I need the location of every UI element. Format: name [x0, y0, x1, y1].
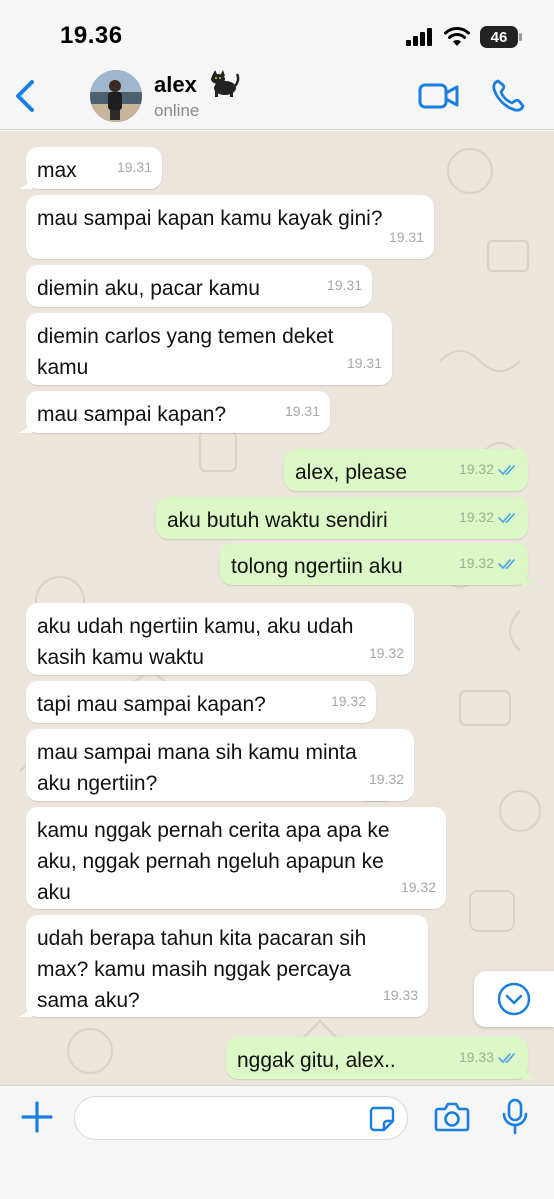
- message-meta: 19.32: [369, 638, 404, 669]
- wifi-icon: [444, 27, 470, 46]
- scroll-down-button[interactable]: [474, 971, 554, 1027]
- message-time: 19.32: [330, 693, 366, 709]
- message-input[interactable]: [89, 1103, 359, 1133]
- incoming-message[interactable]: tapi mau sampai kapan? 19.32: [26, 681, 376, 723]
- plus-icon[interactable]: [18, 1098, 56, 1136]
- message-text: tapi mau sampai kapan?: [37, 693, 266, 716]
- message-meta: 19.32: [459, 548, 518, 579]
- incoming-message[interactable]: diemin aku, pacar kamu 19.31: [26, 265, 372, 307]
- video-camera-icon[interactable]: [418, 80, 460, 112]
- outgoing-message[interactable]: nggak gitu, alex.. 19.33: [226, 1037, 536, 1079]
- message-time: 19.31: [326, 277, 362, 293]
- outgoing-message[interactable]: aku butuh waktu sendiri 19.32: [156, 497, 528, 539]
- message-time: 19.32: [368, 645, 404, 661]
- read-ticks-icon: [498, 464, 515, 475]
- message-meta: 19.32: [459, 454, 518, 485]
- bubble-tail: [18, 173, 32, 189]
- contact-name[interactable]: alex: [154, 72, 197, 98]
- battery-indicator: 46: [480, 26, 522, 48]
- sticker-icon[interactable]: [369, 1106, 395, 1132]
- incoming-message[interactable]: udah berapa tahun kita pacaran sih max? …: [18, 915, 428, 1017]
- outgoing-message[interactable]: alex, please 19.32: [284, 449, 528, 491]
- phone-icon[interactable]: [490, 78, 526, 114]
- message-text: mau sampai kapan kamu kayak gini?: [37, 207, 383, 230]
- message-time: 19.33: [382, 987, 418, 1003]
- message-meta: 19.32: [459, 502, 518, 533]
- message-time: 19.31: [388, 229, 424, 245]
- read-ticks-icon: [498, 1052, 515, 1063]
- bubble-tail: [522, 1063, 536, 1079]
- incoming-message[interactable]: kamu nggak pernah cerita apa apa ke aku,…: [26, 807, 446, 909]
- message-meta: 19.32: [369, 764, 404, 795]
- incoming-message[interactable]: mau sampai mana sih kamu minta aku ngert…: [26, 729, 414, 801]
- composer-bar: [0, 1085, 554, 1199]
- message-meta: 19.31: [347, 348, 382, 379]
- chat-header: alex online: [0, 62, 554, 130]
- read-ticks-icon: [498, 558, 515, 569]
- message-time: 19.32: [458, 461, 494, 477]
- message-meta: 19.31: [327, 270, 362, 301]
- message-meta: 19.31: [285, 396, 320, 427]
- chevron-down-icon: [497, 982, 531, 1016]
- read-ticks-icon: [498, 512, 515, 523]
- message-text: aku udah ngertiin kamu, aku udah kasih k…: [37, 615, 354, 669]
- message-meta: 19.31: [117, 152, 152, 183]
- outgoing-message[interactable]: tolong ngertiin aku 19.32: [220, 543, 536, 585]
- message-text: mau sampai kapan?: [37, 403, 227, 426]
- bubble-tail: [18, 1001, 32, 1017]
- status-bar: 19.36 46: [0, 0, 554, 62]
- incoming-message[interactable]: mau sampai kapan? 19.31: [18, 391, 330, 433]
- contact-status: online: [154, 101, 200, 120]
- incoming-message[interactable]: aku udah ngertiin kamu, aku udah kasih k…: [26, 603, 414, 675]
- message-text: udah berapa tahun kita pacaran sih max? …: [37, 927, 367, 1012]
- black-cat-icon: [211, 70, 240, 97]
- chat-area[interactable]: max 19.31 mau sampai kapan kamu kayak gini…: [0, 131, 554, 1085]
- message-text: mau sampai mana sih kamu minta aku ngert…: [37, 741, 357, 795]
- message-time: 19.31: [116, 159, 152, 175]
- message-text: diemin carlos yang temen deket kamu: [37, 325, 334, 379]
- message-time: 19.31: [346, 355, 382, 371]
- message-time: 19.32: [400, 879, 436, 895]
- message-meta: 19.32: [331, 686, 366, 717]
- message-time: 19.33: [458, 1049, 494, 1065]
- signal-icon: [406, 28, 432, 46]
- camera-icon[interactable]: [434, 1100, 470, 1132]
- message-time: 19.32: [458, 555, 494, 571]
- message-meta: 19.33: [459, 1042, 518, 1073]
- message-input-wrapper: [74, 1096, 408, 1140]
- microphone-icon[interactable]: [502, 1098, 528, 1136]
- message-meta: 19.31: [389, 222, 424, 253]
- incoming-message[interactable]: max 19.31: [18, 147, 162, 189]
- message-text: diemin aku, pacar kamu: [37, 277, 260, 300]
- message-meta: 19.33: [383, 980, 418, 1011]
- message-meta: 19.32: [401, 872, 436, 903]
- status-icons: 46: [406, 24, 522, 50]
- message-text: kamu nggak pernah cerita apa apa ke aku,…: [37, 819, 390, 904]
- bubble-tail: [522, 569, 536, 585]
- status-time: 19.36: [60, 22, 123, 49]
- message-time: 19.32: [458, 509, 494, 525]
- avatar[interactable]: [90, 70, 142, 122]
- message-time: 19.31: [284, 403, 320, 419]
- bubble-tail: [18, 417, 32, 433]
- incoming-message[interactable]: mau sampai kapan kamu kayak gini? 19.31: [26, 195, 434, 259]
- incoming-message[interactable]: diemin carlos yang temen deket kamu 19.31: [26, 313, 392, 385]
- message-time: 19.32: [368, 771, 404, 787]
- chevron-left-icon[interactable]: [8, 76, 44, 116]
